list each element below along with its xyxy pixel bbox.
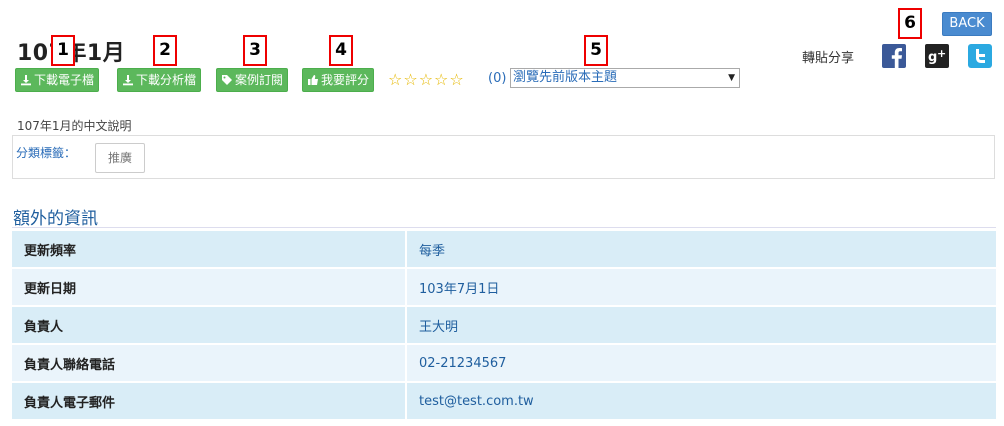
- star-icon[interactable]: ☆: [388, 71, 402, 89]
- row-value: 王大明: [405, 307, 996, 343]
- tag-panel: [12, 135, 995, 179]
- back-button[interactable]: BACK: [942, 12, 992, 36]
- row-key: 更新頻率: [12, 231, 405, 267]
- svg-text:+: +: [937, 47, 946, 60]
- tag-icon: [221, 74, 233, 86]
- tag-chip[interactable]: 推廣: [95, 143, 145, 173]
- star-icon[interactable]: ☆: [434, 71, 448, 89]
- svg-text:g: g: [928, 50, 937, 65]
- case-subscribe-button[interactable]: 案例訂閱: [216, 68, 289, 92]
- star-icon[interactable]: ☆: [419, 71, 433, 89]
- download-icon: [122, 74, 134, 86]
- rating-count: (0): [488, 71, 507, 86]
- star-icon[interactable]: ☆: [403, 71, 417, 89]
- rate-button[interactable]: 我要評分: [302, 68, 375, 92]
- divider: [12, 227, 996, 228]
- table-row: 負責人電子郵件 test@test.com.tw: [12, 383, 996, 419]
- tag-label: 分類標籤：: [16, 146, 77, 160]
- annotation-marker: 2: [153, 35, 177, 66]
- case-subscribe-label: 案例訂閱: [235, 73, 284, 87]
- download-ebook-button[interactable]: 下載電子檔: [15, 68, 100, 92]
- annotation-marker: 4: [329, 35, 353, 66]
- annotation-marker: 5: [584, 35, 608, 66]
- rating-stars[interactable]: ☆ ☆ ☆ ☆ ☆: [388, 70, 464, 90]
- row-key: 負責人聯絡電話: [12, 345, 405, 381]
- row-key: 更新日期: [12, 269, 405, 305]
- row-key: 負責人電子郵件: [12, 383, 405, 419]
- row-value: 02-21234567: [405, 345, 996, 381]
- description-text: 107年1月的中文說明: [17, 119, 132, 133]
- row-value: test@test.com.tw: [405, 383, 996, 419]
- extra-info-table: 更新頻率 每季 更新日期 103年7月1日 負責人 王大明 負責人聯絡電話 02…: [12, 229, 996, 421]
- table-row: 負責人 王大明: [12, 307, 996, 343]
- facebook-icon[interactable]: [882, 44, 906, 68]
- download-analysis-button[interactable]: 下載分析檔: [117, 68, 202, 92]
- table-row: 更新日期 103年7月1日: [12, 269, 996, 305]
- google-plus-icon[interactable]: g +: [925, 44, 949, 68]
- extra-info-title: 額外的資訊: [13, 209, 98, 229]
- dropdown-arrow-icon: ▼: [728, 73, 735, 83]
- thumbs-up-icon: [307, 74, 319, 86]
- twitter-icon[interactable]: [968, 44, 992, 68]
- row-value: 每季: [405, 231, 996, 267]
- star-icon[interactable]: ☆: [449, 71, 463, 89]
- row-value: 103年7月1日: [405, 269, 996, 305]
- annotation-marker: 6: [898, 8, 922, 39]
- rate-label: 我要評分: [321, 73, 370, 87]
- table-row: 負責人聯絡電話 02-21234567: [12, 345, 996, 381]
- theme-select-value: 瀏覽先前版本主題: [513, 70, 618, 85]
- download-icon: [20, 74, 32, 86]
- annotation-marker: 1: [51, 35, 75, 66]
- download-ebook-label: 下載電子檔: [34, 73, 95, 87]
- previous-theme-select[interactable]: 瀏覽先前版本主題 ▼: [510, 68, 740, 88]
- annotation-marker: 3: [243, 35, 267, 66]
- share-label: 轉貼分享: [802, 51, 855, 66]
- table-row: 更新頻率 每季: [12, 231, 996, 267]
- download-analysis-label: 下載分析檔: [136, 73, 197, 87]
- row-key: 負責人: [12, 307, 405, 343]
